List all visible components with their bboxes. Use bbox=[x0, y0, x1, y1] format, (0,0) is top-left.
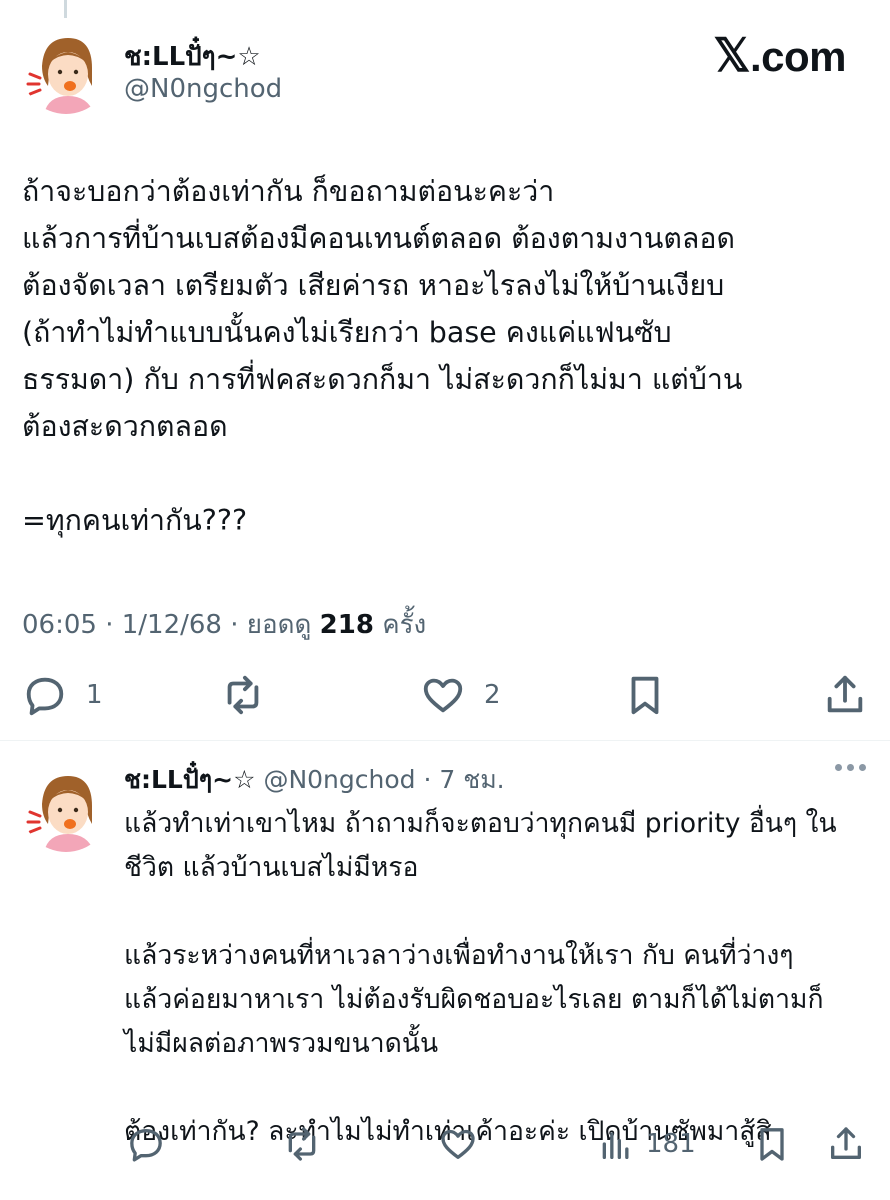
tweet-text: ถ้าจะบอกว่าต้องเท่ากัน ก็ขอถามต่อนะคะว่า… bbox=[22, 175, 743, 537]
bookmark-icon bbox=[760, 1128, 784, 1161]
reply-share-button[interactable] bbox=[826, 1124, 866, 1164]
reply-user-handle[interactable]: @N0ngchod bbox=[263, 765, 415, 794]
tweet-date[interactable]: 1/12/68 bbox=[122, 610, 222, 640]
reply-reply-button[interactable] bbox=[126, 1124, 166, 1164]
repost-icon bbox=[288, 1127, 316, 1161]
avatar[interactable] bbox=[22, 26, 110, 114]
tweet-divider bbox=[0, 740, 890, 741]
user-handle[interactable]: @N0ngchod bbox=[124, 74, 282, 104]
like-icon bbox=[441, 1129, 475, 1159]
x-logo-icon: 𝕏 bbox=[713, 29, 750, 81]
thread-connector-line bbox=[64, 0, 67, 18]
avatar-illustration bbox=[22, 764, 110, 852]
repost-icon bbox=[227, 675, 259, 715]
x-logo: 𝕏.com bbox=[713, 28, 846, 82]
repost-button[interactable] bbox=[220, 672, 266, 718]
like-button[interactable]: 2 bbox=[420, 672, 501, 718]
reply-bookmark-button[interactable] bbox=[752, 1124, 792, 1164]
more-icon[interactable] bbox=[835, 764, 866, 771]
tweet-time[interactable]: 06:05 bbox=[22, 610, 97, 640]
reply-header: ช:LLปั๋ๆ~☆ @N0ngchod · 7 ชม. bbox=[124, 760, 505, 800]
reply-count: 1 bbox=[86, 680, 103, 710]
share-button[interactable] bbox=[822, 672, 868, 718]
tweet-meta: 06:05 · 1/12/68 · ยอดดู 218 ครั้ง bbox=[22, 604, 426, 645]
share-icon bbox=[827, 675, 863, 713]
meta-separator: · bbox=[230, 610, 247, 640]
reply-age[interactable]: 7 ชม. bbox=[439, 765, 504, 794]
reply-views-button[interactable]: 181 bbox=[596, 1124, 696, 1164]
reply-text: แล้วทำเท่าเขาไหม ถ้าถามก็จะตอบว่าทุกคนมี… bbox=[124, 808, 837, 1147]
views-label: ยอดดู bbox=[246, 610, 312, 640]
views-icon bbox=[602, 1132, 629, 1159]
views-count: 218 bbox=[319, 610, 374, 640]
reply-avatar[interactable] bbox=[22, 764, 110, 852]
reply-like-button[interactable] bbox=[438, 1124, 478, 1164]
reply-button[interactable]: 1 bbox=[22, 672, 103, 718]
views-suffix: ครั้ง bbox=[382, 610, 427, 640]
reply-icon bbox=[130, 1129, 162, 1162]
avatar-illustration bbox=[22, 26, 110, 114]
meta-separator: · bbox=[105, 610, 122, 640]
views-count: 181 bbox=[646, 1129, 696, 1159]
bookmark-button[interactable] bbox=[622, 672, 668, 718]
share-icon bbox=[831, 1127, 861, 1159]
display-name[interactable]: ช:LLปั๋ๆ~☆ bbox=[124, 36, 261, 77]
reply-icon bbox=[26, 677, 64, 716]
reply-repost-button[interactable] bbox=[282, 1124, 322, 1164]
reply-display-name[interactable]: ช:LLปั๋ๆ~☆ bbox=[124, 765, 255, 794]
like-count: 2 bbox=[484, 680, 501, 710]
brand-domain: .com bbox=[749, 33, 847, 80]
meta-separator: · bbox=[423, 765, 432, 794]
like-icon bbox=[423, 678, 463, 713]
bookmark-icon bbox=[631, 676, 659, 715]
